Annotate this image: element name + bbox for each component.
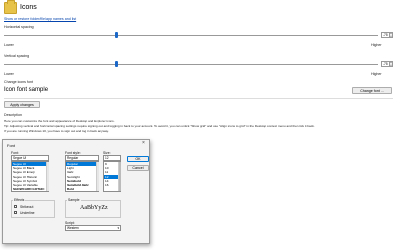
- vertical-spacing-high: Higher: [371, 72, 382, 76]
- underline-checkbox[interactable]: [14, 211, 17, 214]
- font-list-scrollbar[interactable]: [46, 162, 49, 191]
- horizontal-spacing-stepper[interactable]: ▲ ▼: [390, 32, 393, 38]
- dialog-title: Font: [7, 143, 16, 148]
- horizontal-spacing-high: Higher: [371, 43, 382, 47]
- effects-group: [11, 200, 55, 218]
- vertical-spacing-input[interactable]: -75: [381, 61, 390, 67]
- list-item[interactable]: SHOWCARD GOTHIC: [12, 187, 48, 191]
- page-title: Icons: [20, 4, 37, 11]
- description-line-1: Here you can customize the font and appe…: [4, 119, 115, 123]
- underline-label: Underline: [20, 210, 35, 215]
- folder-icon: [4, 0, 17, 14]
- horizontal-spacing-thumb[interactable]: [114, 32, 118, 38]
- cancel-button[interactable]: Cancel: [127, 165, 149, 171]
- font-dialog: Font × Font: Segoe UI Segoe UI Segoe UI …: [2, 139, 150, 244]
- horizontal-spacing-low: Lower: [4, 43, 14, 47]
- sample-label: Sample: [67, 198, 81, 202]
- horizontal-spacing-track[interactable]: [4, 35, 378, 36]
- description-heading: Description: [4, 113, 22, 117]
- description-line-2: Tip: Adjusting vertical and horizontal s…: [4, 124, 315, 128]
- strikeout-checkbox[interactable]: [14, 205, 17, 208]
- font-list[interactable]: Segoe UI Segoe UI Black Segoe UI Emoji S…: [11, 161, 49, 192]
- restore-names-link[interactable]: Show or restore folder/file/app names an…: [4, 17, 76, 21]
- list-item[interactable]: Bold: [66, 187, 98, 191]
- icon-font-sample: Icon font sample: [4, 87, 49, 93]
- vertical-spacing-stepper[interactable]: ▲ ▼: [390, 61, 393, 67]
- change-font-label: Change icons font: [4, 80, 33, 84]
- vertical-spacing-track[interactable]: [4, 64, 378, 65]
- font-style-scrollbar[interactable]: [96, 162, 99, 191]
- strikeout-label: Strikeout: [20, 204, 34, 209]
- apply-changes-button[interactable]: Apply changes: [4, 101, 40, 108]
- divider: [4, 98, 393, 99]
- chevron-down-icon: ▾: [117, 226, 119, 230]
- vertical-spacing-label: Vertical spacing: [4, 54, 30, 58]
- ok-button[interactable]: OK: [127, 156, 149, 162]
- horizontal-spacing-label: Horizontal spacing: [4, 25, 34, 29]
- vertical-spacing-low: Lower: [4, 72, 14, 76]
- horizontal-spacing-input[interactable]: -75: [381, 32, 390, 38]
- size-list-scrollbar[interactable]: [118, 162, 121, 191]
- font-style-list[interactable]: Regular Light Italic Semilight Semibold …: [65, 161, 99, 192]
- sample-preview: AaBbYyZz: [80, 205, 108, 211]
- vertical-spacing-thumb[interactable]: [114, 61, 118, 67]
- script-value: Western: [67, 226, 79, 230]
- effects-label: Effects: [13, 198, 26, 202]
- script-select[interactable]: Western ▾: [65, 225, 121, 231]
- description-line-3: If you are running Windows 10, you have …: [4, 129, 109, 133]
- close-icon[interactable]: ×: [142, 140, 145, 146]
- change-font-button[interactable]: Change font ...: [352, 87, 392, 94]
